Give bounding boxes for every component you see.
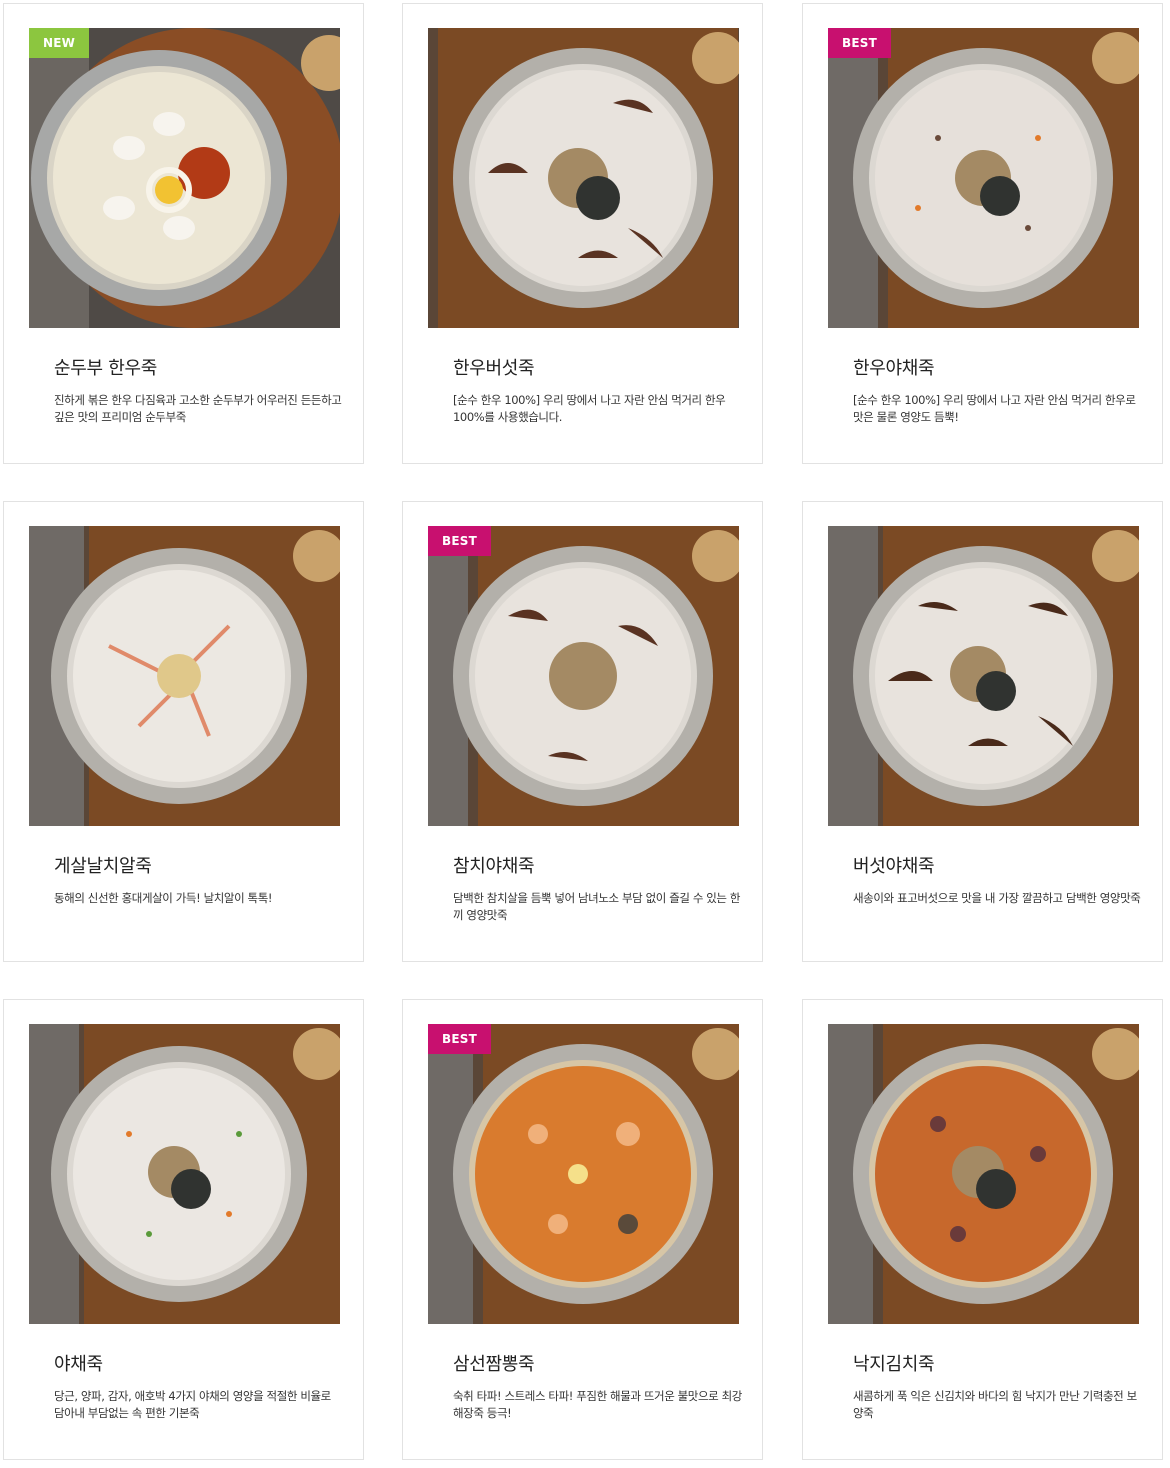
product-photo[interactable]: NEW <box>29 28 340 328</box>
product-name[interactable]: 게살날치알죽 <box>54 852 152 878</box>
porridge-dish-image <box>828 28 1139 328</box>
product-name[interactable]: 버섯야채죽 <box>853 852 935 878</box>
product-card-octopus-kimchi[interactable]: 낙지김치죽 새콤하게 푹 익은 신김치와 바다의 힘 낙지가 만난 기력충전 보… <box>802 999 1163 1460</box>
best-badge: BEST <box>828 28 891 58</box>
porridge-dish-image <box>29 28 340 328</box>
product-description: [순수 한우 100%] 우리 땅에서 나고 자란 안심 먹거리 한우 100%… <box>453 393 726 424</box>
porridge-dish-image <box>428 526 739 826</box>
product-name[interactable]: 참치야채죽 <box>453 852 535 878</box>
product-name[interactable]: 야채죽 <box>54 1350 103 1376</box>
product-name[interactable]: 삼선짬뽕죽 <box>453 1350 535 1376</box>
product-card-hanwoo-mushroom[interactable]: 한우버섯죽 [순수 한우 100%] 우리 땅에서 나고 자란 안심 먹거리 한… <box>402 3 763 464</box>
product-card-sundubu-hanwoo[interactable]: NEW 순두부 한우죽 진하게 볶은 한우 다짐육과 고소한 순두부가 어우러진… <box>3 3 364 464</box>
porridge-dish-image <box>428 1024 739 1324</box>
product-name[interactable]: 순두부 한우죽 <box>54 354 157 380</box>
product-name[interactable]: 낙지김치죽 <box>853 1350 935 1376</box>
product-description: 담백한 참치살을 듬뿍 넣어 남녀노소 부담 없이 즐길 수 있는 한 끼 영양… <box>453 891 741 922</box>
product-card-mushroom-vegetable[interactable]: 버섯야채죽 새송이와 표고버섯으로 맛을 내 가장 깔끔하고 담백한 영양맛죽 <box>802 501 1163 962</box>
product-description: 동해의 신선한 홍대게살이 가득! 날치알이 톡톡! <box>54 891 273 905</box>
porridge-dish-image <box>29 1024 340 1324</box>
product-photo[interactable] <box>428 28 739 328</box>
product-description: 새송이와 표고버섯으로 맛을 내 가장 깔끔하고 담백한 영양맛죽 <box>853 891 1141 905</box>
product-photo[interactable] <box>828 526 1139 826</box>
product-name[interactable]: 한우야채죽 <box>853 354 935 380</box>
product-description: [순수 한우 100%] 우리 땅에서 나고 자란 안심 먹거리 한우로 맛은 … <box>853 393 1136 424</box>
porridge-dish-image <box>828 526 1139 826</box>
product-photo[interactable]: BEST <box>428 1024 739 1324</box>
product-card-seafood-jjamppong[interactable]: BEST 삼선짬뽕죽 숙취 타파! 스트레스 타파! 푸짐한 해물과 뜨거운 불… <box>402 999 763 1460</box>
product-photo[interactable] <box>29 526 340 826</box>
product-name[interactable]: 한우버섯죽 <box>453 354 535 380</box>
best-badge: BEST <box>428 526 491 556</box>
product-card-vegetable[interactable]: 야채죽 당근, 양파, 감자, 애호박 4가지 야채의 영양을 적절한 비율로 … <box>3 999 364 1460</box>
product-photo[interactable]: BEST <box>428 526 739 826</box>
product-photo[interactable] <box>828 1024 1139 1324</box>
product-description: 진하게 볶은 한우 다짐육과 고소한 순두부가 어우러진 든든하고 깊은 맛의 … <box>54 393 342 424</box>
product-photo[interactable]: BEST <box>828 28 1139 328</box>
new-badge: NEW <box>29 28 90 58</box>
porridge-dish-image <box>828 1024 1139 1324</box>
porridge-dish-image <box>29 526 340 826</box>
product-description: 새콤하게 푹 익은 신김치와 바다의 힘 낙지가 만난 기력충전 보양죽 <box>853 1389 1137 1420</box>
porridge-dish-image <box>428 28 739 328</box>
product-card-tuna-vegetable[interactable]: BEST 참치야채죽 담백한 참치살을 듬뿍 넣어 남녀노소 부담 없이 즐길 … <box>402 501 763 962</box>
product-grid: NEW 순두부 한우죽 진하게 볶은 한우 다짐육과 고소한 순두부가 어우러진… <box>0 0 1170 1468</box>
product-photo[interactable] <box>29 1024 340 1324</box>
product-description: 숙취 타파! 스트레스 타파! 푸짐한 해물과 뜨거운 불맛으로 최강 해장죽 … <box>453 1389 742 1420</box>
product-description: 당근, 양파, 감자, 애호박 4가지 야채의 영양을 적절한 비율로 담아내 … <box>54 1389 331 1420</box>
product-card-crab-roe[interactable]: 게살날치알죽 동해의 신선한 홍대게살이 가득! 날치알이 톡톡! <box>3 501 364 962</box>
best-badge: BEST <box>428 1024 491 1054</box>
product-card-hanwoo-vegetable[interactable]: BEST 한우야채죽 [순수 한우 100%] 우리 땅에서 나고 자란 안심 … <box>802 3 1163 464</box>
